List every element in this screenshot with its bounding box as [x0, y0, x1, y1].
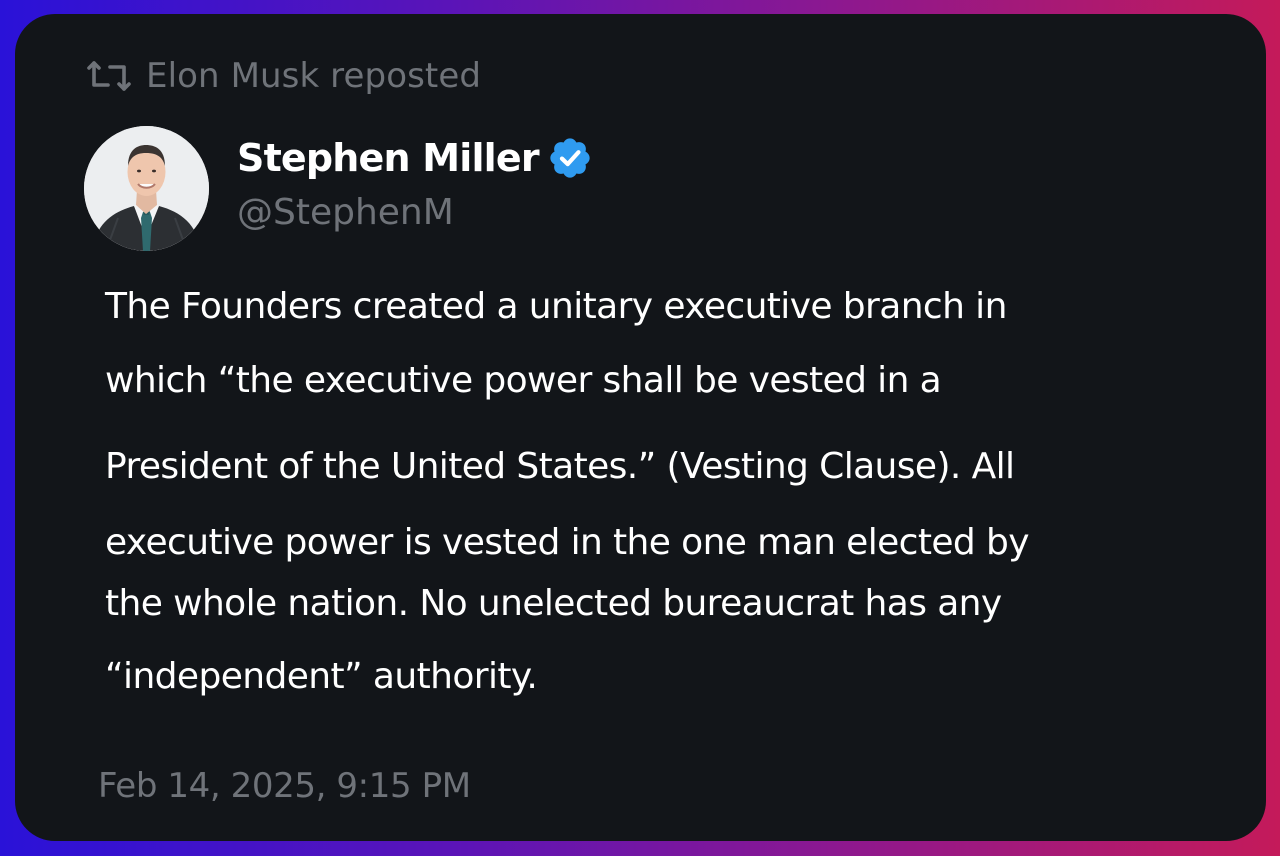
avatar-image — [84, 126, 209, 251]
tweet-card[interactable]: Elon Musk reposted Stephen Miller @Steph… — [15, 14, 1266, 841]
tweet-text-line: which “the executive power shall be vest… — [105, 360, 942, 401]
author-name-text: Stephen Miller — [237, 136, 540, 180]
tweet-timestamp[interactable]: Feb 14, 2025, 9:15 PM — [98, 766, 471, 806]
verified-badge-icon — [550, 138, 590, 178]
tweet-text-line: The Founders created a unitary executive… — [105, 286, 1007, 327]
avatar[interactable] — [84, 126, 209, 251]
author-name[interactable]: Stephen Miller — [237, 130, 593, 186]
repost-label: Elon Musk reposted — [146, 56, 482, 96]
tweet-text-line: President of the United States.” (Vestin… — [105, 446, 1015, 487]
repost-icon — [87, 61, 131, 91]
author-handle[interactable]: @StephenM — [237, 192, 454, 233]
tweet-text-line: executive power is vested in the one man… — [105, 522, 1030, 563]
repost-indicator[interactable]: Elon Musk reposted — [86, 56, 481, 96]
tweet-text-line: the whole nation. No unelected bureaucra… — [105, 583, 1002, 624]
tweet-text-line: “independent” authority. — [105, 656, 538, 697]
